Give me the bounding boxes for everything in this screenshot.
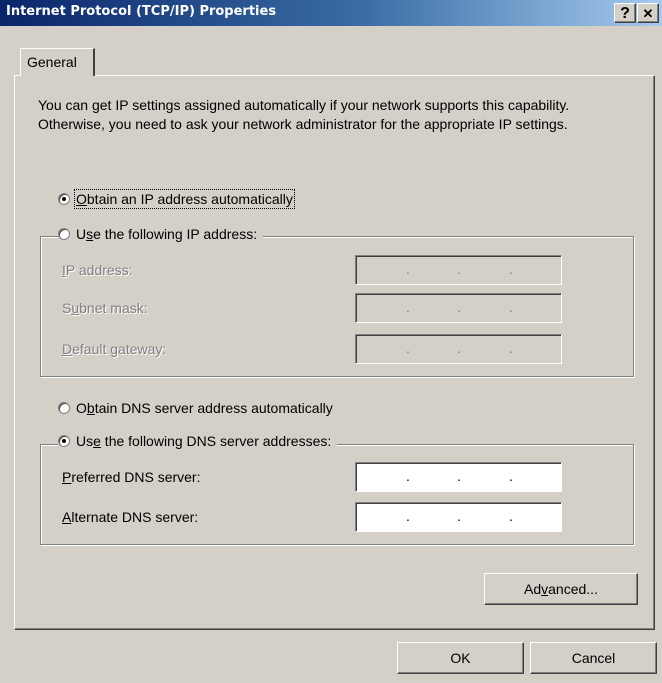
subnet-mask-label: Subnet mask: (62, 300, 148, 316)
use-following-dns-label: Use the following DNS server addresses: (76, 433, 332, 449)
intro-text: You can get IP settings assigned automat… (38, 97, 570, 132)
default-gateway-label: Default gateway: (62, 341, 167, 357)
obtain-dns-auto-radio[interactable]: Obtain DNS server address automatically (58, 400, 339, 416)
alternate-dns-field[interactable]: ... (355, 502, 562, 532)
ip-address-label: IP address: (62, 262, 133, 278)
preferred-dns-label: Preferred DNS server: (62, 469, 201, 485)
obtain-ip-auto-label: Obtain an IP address automatically (74, 189, 295, 209)
ip-address-field[interactable]: ... (355, 255, 562, 285)
obtain-dns-auto-label: Obtain DNS server address automatically (76, 400, 333, 416)
tab-general[interactable]: General (20, 48, 95, 76)
subnet-mask-field[interactable]: ... (355, 293, 562, 323)
close-button[interactable]: ✕ (637, 3, 659, 23)
use-following-ip-radio[interactable]: Use the following IP address: (58, 226, 264, 242)
radio-unchecked-icon (58, 228, 70, 240)
window-title: Internet Protocol (TCP/IP) Properties (6, 4, 277, 19)
default-gateway-field[interactable]: ... (355, 334, 562, 364)
radio-checked-icon (58, 193, 70, 205)
ok-button[interactable]: OK (397, 642, 524, 674)
preferred-dns-field[interactable]: ... (355, 462, 562, 492)
cancel-button[interactable]: Cancel (530, 642, 657, 674)
alternate-dns-label: Alternate DNS server: (62, 509, 199, 525)
radio-checked-icon (58, 435, 70, 447)
use-following-dns-radio[interactable]: Use the following DNS server addresses: (58, 433, 338, 449)
tab-general-label: General (27, 54, 77, 70)
obtain-ip-auto-radio[interactable]: Obtain an IP address automatically (58, 189, 299, 209)
help-button[interactable]: ? (614, 3, 636, 23)
radio-unchecked-icon (58, 402, 70, 414)
use-following-ip-label: Use the following IP address: (76, 226, 258, 242)
advanced-button[interactable]: Advanced... (484, 573, 638, 605)
title-bar[interactable]: Internet Protocol (TCP/IP) Properties ? … (0, 0, 662, 26)
